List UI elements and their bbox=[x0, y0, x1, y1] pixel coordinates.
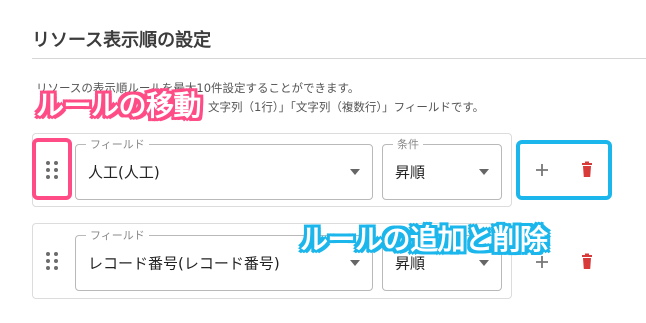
add-delete-callout: ルールの追加と削除 bbox=[300, 223, 548, 256]
drag-handle-icon[interactable] bbox=[46, 252, 58, 270]
field-label: フィールド bbox=[86, 136, 149, 152]
move-highlight-box bbox=[32, 138, 72, 200]
rule-row-1: フィールド 人工(人工) 条件 昇順 bbox=[32, 133, 512, 207]
divider bbox=[32, 58, 646, 59]
add-delete-highlight-box bbox=[516, 140, 612, 200]
condition-label: 条件 bbox=[393, 136, 423, 152]
move-callout: ルールの移動 bbox=[36, 89, 202, 122]
field-select-1[interactable]: フィールド 人工(人工) bbox=[75, 136, 373, 200]
chevron-down-icon bbox=[479, 169, 489, 175]
field-value: 人工(人工) bbox=[88, 163, 160, 182]
description-line-2: 文字列（1行）」「文字列（複数行）」フィールドです。 bbox=[208, 100, 485, 114]
chevron-down-icon bbox=[350, 260, 360, 266]
trash-icon bbox=[582, 253, 592, 269]
field-label: フィールド bbox=[86, 227, 149, 243]
section-title: リソース表示順の設定 bbox=[32, 30, 212, 51]
chevron-down-icon bbox=[350, 169, 360, 175]
condition-value: 昇順 bbox=[395, 163, 426, 182]
delete-rule-button-2[interactable] bbox=[571, 246, 603, 278]
condition-select-1[interactable]: 条件 昇順 bbox=[382, 136, 502, 200]
field-value: レコード番号(レコード番号) bbox=[88, 254, 280, 273]
chevron-down-icon bbox=[479, 260, 489, 266]
